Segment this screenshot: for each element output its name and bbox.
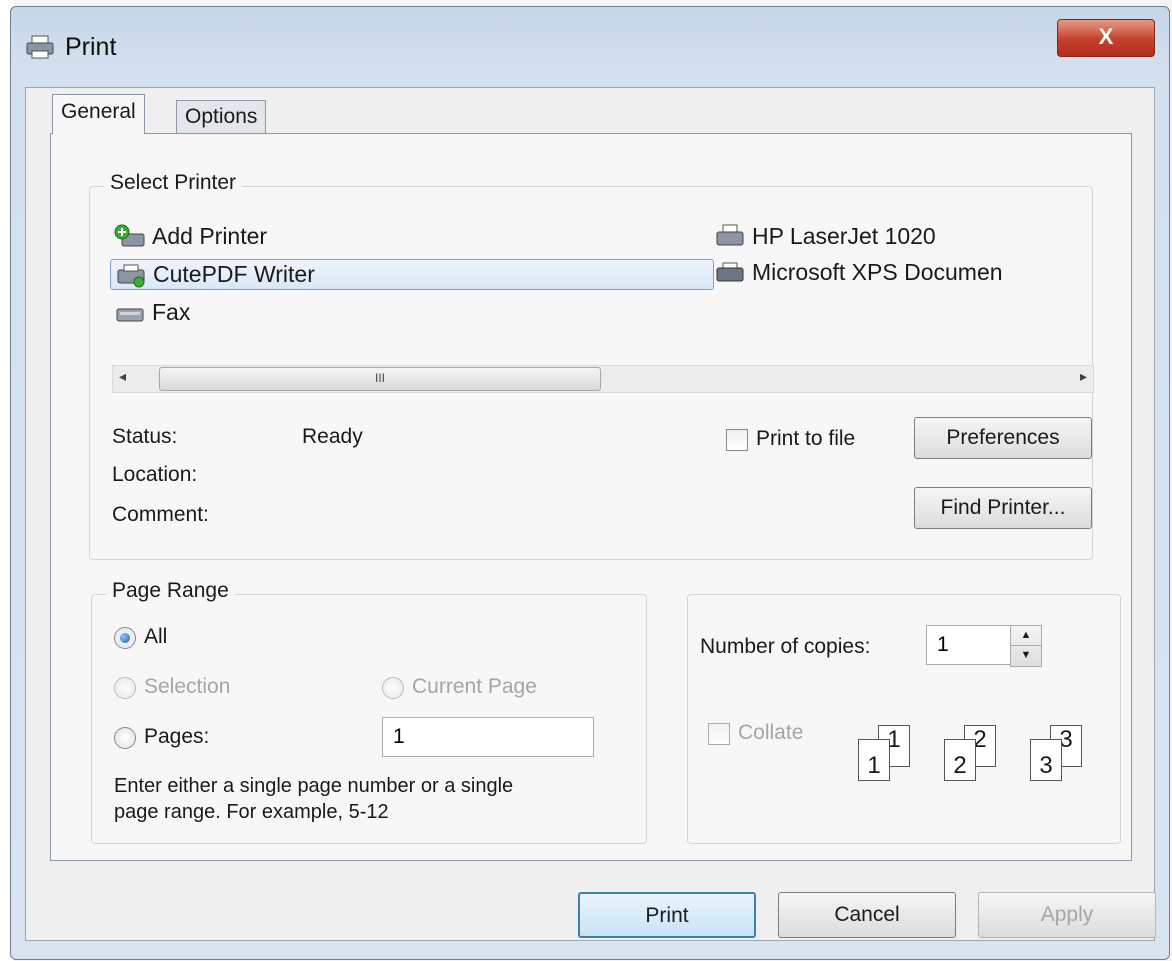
number-of-copies-label: Number of copies: [700, 635, 871, 658]
tab-general[interactable]: General [52, 94, 145, 134]
radio-selection[interactable] [114, 677, 136, 699]
scrollbar-thumb[interactable]: III [159, 367, 601, 391]
cancel-button[interactable]: Cancel [778, 892, 956, 938]
spin-up-icon[interactable]: ▲ [1011, 626, 1041, 646]
printer-name: Add Printer [152, 223, 268, 249]
printer-item-add-printer[interactable]: Add Printer [114, 223, 267, 250]
printer-name: Fax [152, 299, 191, 325]
radio-current-page[interactable] [382, 677, 404, 699]
radio-all[interactable] [114, 627, 136, 649]
page-range-hint-line1: Enter either a single page number or a s… [114, 775, 514, 797]
pages-input[interactable] [382, 717, 594, 757]
add-printer-icon [114, 224, 145, 246]
collate-page-front-2: 2 [944, 739, 976, 781]
fax-icon [116, 308, 144, 321]
collate-page-front-3: 3 [1030, 739, 1062, 781]
printer-icon [716, 224, 744, 245]
printer-list-scrollbar[interactable]: ◂ III ▸ [112, 365, 1094, 393]
collate-checkbox[interactable] [708, 723, 730, 745]
window-title: Print [65, 33, 117, 61]
title-bar[interactable]: Print X [11, 7, 1169, 75]
select-printer-group: Select Printer Add Printer CutePDF Write… [89, 171, 1094, 560]
print-button[interactable]: Print [578, 892, 756, 938]
comment-label: Comment: [112, 503, 209, 526]
page-range-group: Page Range All Selection Current Page Pa… [91, 579, 647, 844]
scroll-right-arrow-icon[interactable]: ▸ [1080, 368, 1087, 385]
printer-item-microsoft-xps[interactable]: Microsoft XPS Documen [714, 259, 1003, 286]
printer-icon [716, 262, 744, 281]
printer-name: CutePDF Writer [153, 261, 315, 287]
select-printer-label: Select Printer [104, 171, 243, 195]
print-dialog: Print X General Options Select Printer A… [10, 6, 1170, 960]
radio-pages[interactable] [114, 727, 136, 749]
status-value: Ready [302, 425, 363, 448]
collate-label: Collate [738, 721, 804, 744]
location-label: Location: [112, 463, 198, 486]
print-to-file-label: Print to file [756, 427, 856, 450]
scroll-left-arrow-icon[interactable]: ◂ [119, 368, 126, 385]
radio-selection-label: Selection [144, 675, 231, 698]
dialog-client-area: General Options Select Printer Add Print… [25, 87, 1156, 941]
printer-icon [26, 35, 54, 59]
printer-item-fax[interactable]: Fax [114, 299, 190, 326]
radio-all-label: All [144, 625, 168, 648]
page-range-label: Page Range [106, 579, 235, 603]
general-tab-panel: Select Printer Add Printer CutePDF Write… [50, 133, 1132, 861]
copies-spinner[interactable]: ▲ ▼ [1010, 625, 1042, 667]
spin-down-icon[interactable]: ▼ [1011, 646, 1041, 665]
find-printer-button[interactable]: Find Printer... [914, 487, 1092, 529]
preferences-button[interactable]: Preferences [914, 417, 1092, 459]
radio-current-page-label: Current Page [412, 675, 537, 698]
collate-page-front-1: 1 [858, 739, 890, 781]
close-button[interactable]: X [1057, 19, 1155, 57]
tab-options[interactable]: Options [176, 100, 267, 134]
printer-item-hp-laserjet-1020[interactable]: HP LaserJet 1020 [714, 223, 936, 250]
print-to-file-checkbox[interactable] [726, 429, 748, 451]
copies-group: Number of copies: ▲ ▼ Collate 1 1 2 2 3 … [687, 594, 1121, 844]
printer-name: HP LaserJet 1020 [752, 223, 936, 249]
radio-pages-label: Pages: [144, 725, 210, 748]
apply-button[interactable]: Apply [978, 892, 1156, 938]
printer-name: Microsoft XPS Documen [752, 259, 1003, 285]
status-label: Status: [112, 425, 178, 448]
page-range-hint-line2: page range. For example, 5-12 [114, 801, 389, 823]
printer-item-cutepdf-writer[interactable]: CutePDF Writer [110, 259, 714, 290]
printer-icon [117, 264, 145, 287]
